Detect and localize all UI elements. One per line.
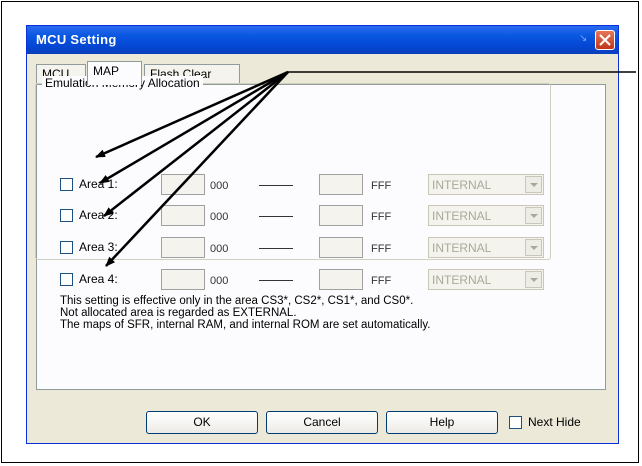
callout-arrow-area-3 — [103, 71, 289, 217]
callout-arrow-area-2 — [99, 70, 289, 185]
callout-arrow-area-4 — [105, 71, 289, 267]
tab-map[interactable]: MAP — [87, 61, 142, 85]
